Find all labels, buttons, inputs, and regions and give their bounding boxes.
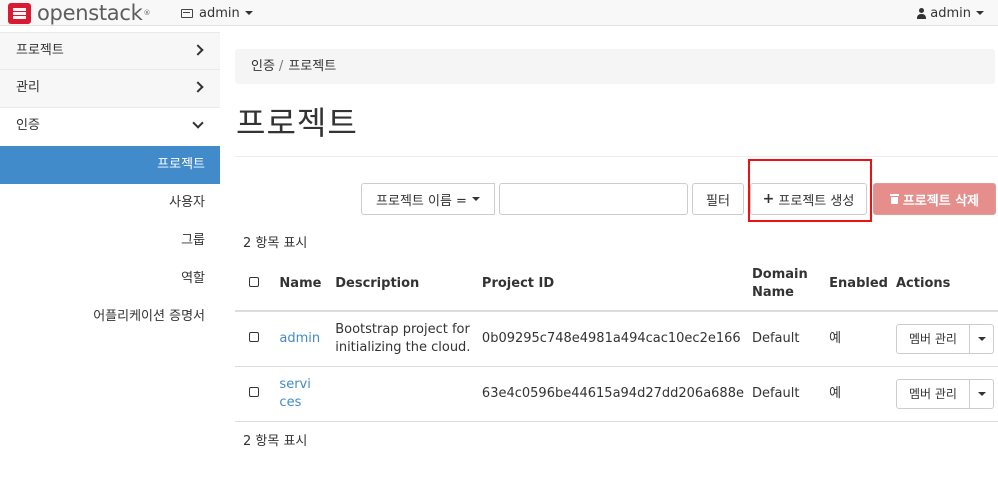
plus-icon: +	[762, 191, 775, 207]
sidebar-dashboard-project[interactable]: 프로젝트	[0, 32, 220, 70]
breadcrumb: 인증 / 프로젝트	[235, 49, 995, 84]
header-description[interactable]: Description	[331, 257, 478, 312]
project-enabled: 예	[825, 311, 892, 367]
top-navbar: openstack® admin admin	[0, 0, 998, 26]
row-actions-dropdown[interactable]	[970, 323, 994, 354]
project-description: Bootstrap project for initializing the c…	[331, 311, 478, 367]
project-name-cell: services	[275, 366, 332, 422]
row-actions: 멤버 관리	[896, 378, 994, 409]
openstack-logo-icon	[8, 2, 31, 24]
filter-button[interactable]: 필터	[692, 183, 744, 215]
project-name-link[interactable]: admin	[279, 331, 320, 346]
sidebar-item-application-credentials[interactable]: 어플리케이션 증명서	[0, 298, 220, 336]
caret-down-icon	[976, 11, 984, 15]
create-project-button[interactable]: + 프로젝트 생성	[750, 183, 867, 215]
project-enabled: 예	[825, 366, 892, 422]
project-id: 0b09295c748e4981a494cac10ec2e166	[477, 311, 748, 367]
header-domain-name[interactable]: Domain Name	[747, 257, 826, 312]
caret-down-icon	[471, 197, 480, 201]
openstack-logo[interactable]: openstack®	[8, 2, 150, 24]
filter-field-label: 프로젝트 이름 =	[376, 193, 467, 209]
delete-projects-label: 프로젝트 삭제	[902, 193, 980, 209]
row-actions-cell: 멤버 관리	[892, 366, 998, 422]
table-row: services 63e4c0596be44615a94d27dd206a688…	[235, 366, 998, 422]
row-actions-dropdown[interactable]	[970, 378, 994, 409]
create-project-label: 프로젝트 생성	[778, 193, 855, 209]
projects-table: Name Description Project ID Domain Name …	[235, 257, 998, 422]
header-actions: Actions	[892, 257, 998, 312]
user-menu-label: admin	[930, 5, 971, 21]
brand-name: openstack	[37, 1, 143, 25]
project-description	[331, 366, 478, 422]
user-menu[interactable]: admin	[917, 5, 984, 21]
manage-members-button[interactable]: 멤버 관리	[896, 378, 970, 409]
sidebar-item-users[interactable]: 사용자	[0, 184, 220, 222]
project-name-cell: admin	[275, 311, 332, 367]
chevron-right-icon	[192, 44, 204, 56]
header-enabled[interactable]: Enabled	[825, 257, 892, 312]
filter-input[interactable]	[499, 183, 688, 215]
project-selector-label: admin	[199, 5, 240, 21]
breadcrumb-item-projects: 프로젝트	[288, 59, 337, 74]
item-count-bottom: 2 항목 표시	[243, 434, 308, 449]
server-icon	[181, 8, 193, 18]
manage-members-button[interactable]: 멤버 관리	[896, 323, 970, 354]
sidebar-item-roles[interactable]: 역할	[0, 260, 220, 298]
breadcrumb-separator: /	[278, 59, 284, 74]
caret-down-icon	[977, 391, 986, 396]
title-divider	[235, 156, 998, 157]
project-domain: Default	[747, 311, 826, 367]
caret-down-icon	[977, 336, 986, 341]
row-actions-cell: 멤버 관리	[892, 311, 998, 367]
project-id: 63e4c0596be44615a94d27dd206a688e	[477, 366, 748, 422]
sidebar-dashboard-identity[interactable]: 인증	[0, 108, 220, 146]
project-selector[interactable]: admin	[181, 5, 253, 21]
breadcrumb-item-identity[interactable]: 인증	[251, 59, 275, 74]
delete-projects-button[interactable]: 프로젝트 삭제	[873, 183, 996, 215]
select-all-checkbox[interactable]	[249, 277, 259, 287]
row-checkbox[interactable]	[249, 386, 259, 397]
sidebar-item-groups[interactable]: 그룹	[0, 222, 220, 260]
page-title: 프로젝트	[236, 104, 358, 142]
sidebar-dashboard-label: 인증	[16, 118, 40, 133]
sidebar-item-projects[interactable]: 프로젝트	[0, 146, 220, 184]
project-domain: Default	[747, 366, 826, 422]
user-icon	[917, 7, 927, 19]
filter-field-select[interactable]: 프로젝트 이름 =	[361, 183, 495, 215]
row-checkbox[interactable]	[249, 331, 259, 342]
header-project-id[interactable]: Project ID	[477, 257, 748, 312]
row-select-cell	[235, 366, 276, 422]
item-count-top: 2 항목 표시	[243, 236, 308, 251]
trash-icon	[889, 194, 899, 204]
sidebar-dashboard-admin[interactable]: 관리	[0, 70, 220, 108]
sidebar-dashboard-label: 관리	[16, 80, 40, 95]
chevron-down-icon	[192, 117, 204, 129]
row-actions: 멤버 관리	[896, 323, 994, 354]
row-select-cell	[235, 311, 276, 367]
sidebar-dashboard-label: 프로젝트	[16, 43, 64, 58]
caret-down-icon	[244, 11, 253, 15]
chevron-right-icon	[192, 81, 204, 93]
header-name[interactable]: Name	[275, 257, 332, 312]
project-name-link[interactable]: services	[279, 376, 317, 412]
table-header-row: Name Description Project ID Domain Name …	[235, 257, 998, 312]
registered-mark: ®	[143, 9, 151, 17]
select-all-cell	[235, 257, 276, 312]
table-row: admin Bootstrap project for initializing…	[235, 311, 998, 367]
sidebar: 프로젝트 관리 인증 프로젝트 사용자 그룹 역할 어플리케이션 증명서	[0, 32, 220, 336]
